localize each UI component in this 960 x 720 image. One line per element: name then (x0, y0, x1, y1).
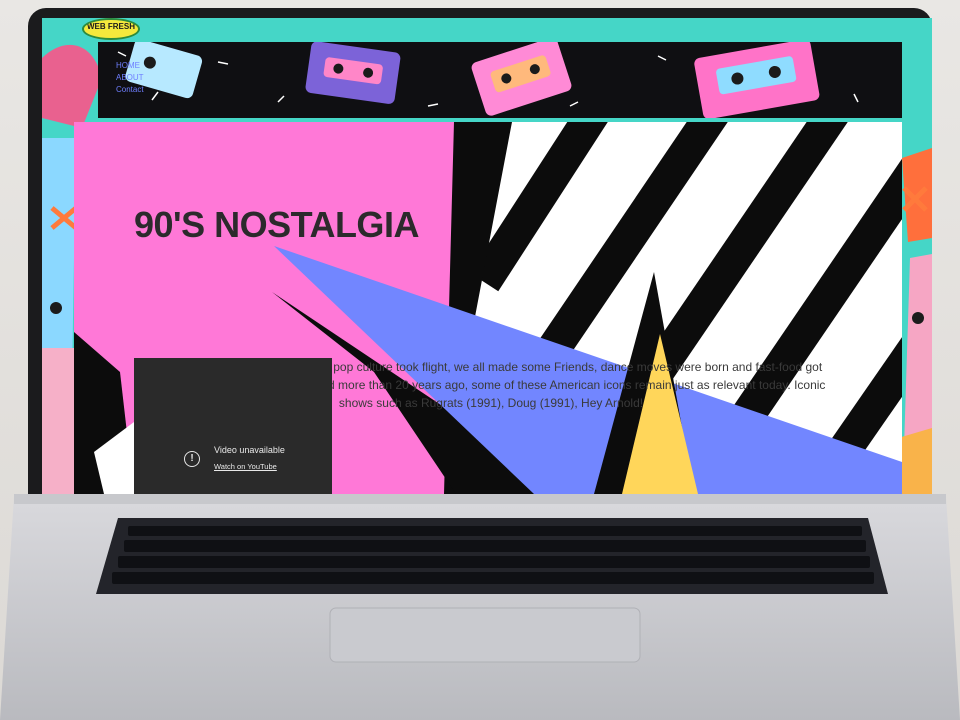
header-banner (98, 37, 902, 120)
logo-text: WEB FRESH (87, 22, 135, 31)
site-nav: HOME ABOUT Contact (116, 60, 144, 96)
nav-home[interactable]: HOME (116, 60, 144, 72)
cassette-pattern (98, 37, 902, 120)
youtube-embed[interactable]: ! Video unavailable Watch on YouTube (134, 358, 332, 496)
nav-about[interactable]: ABOUT (116, 72, 144, 84)
watch-on-youtube-link[interactable]: Watch on YouTube (214, 462, 277, 471)
nav-contact[interactable]: Contact (116, 84, 144, 96)
video-status: Video unavailable (214, 445, 285, 455)
browser-viewport: WEB FRESH HOME ABOUT Contact 90'S NOSTAL… (42, 18, 932, 496)
video-unavailable-notice: ! Video unavailable Watch on YouTube (184, 444, 285, 474)
laptop-keyboard-deck (0, 494, 960, 720)
hero-title: 90'S NOSTALGIA (134, 204, 419, 245)
alert-circle-icon: ! (184, 451, 200, 467)
site-logo[interactable]: WEB FRESH (82, 18, 140, 40)
